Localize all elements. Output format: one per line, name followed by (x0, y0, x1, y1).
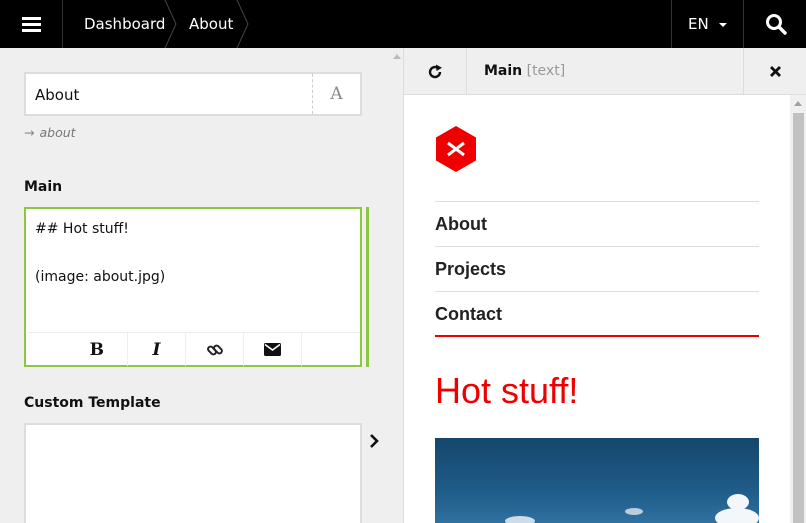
page-slug: → about (24, 125, 76, 140)
page-headline: Hot stuff! (435, 370, 579, 411)
slug-text: about (39, 125, 76, 140)
italic-icon: I (152, 339, 161, 360)
search-icon (766, 14, 787, 35)
chevron-right-icon[interactable] (369, 433, 379, 449)
top-bar: Dashboard About EN (0, 0, 806, 48)
active-field-indicator (366, 207, 369, 367)
close-preview-button[interactable] (743, 48, 806, 95)
site-preview: About Projects Contact Hot stuff! (404, 95, 790, 523)
preview-field-title: Main [text] (484, 63, 565, 79)
nav-item-about[interactable]: About (435, 201, 759, 246)
hamburger-icon (21, 16, 41, 32)
main-textarea[interactable]: ## Hot stuff! (image: about.jpg) B I (24, 207, 362, 367)
custom-template-field[interactable] (24, 423, 362, 523)
title-field[interactable]: About A (24, 72, 362, 116)
scroll-up-icon (794, 101, 802, 106)
link-icon (206, 344, 223, 355)
breadcrumb-separator-icon (236, 0, 249, 48)
editor-scrollbar[interactable] (391, 48, 403, 523)
main-field-label: Main (24, 179, 63, 195)
breadcrumb-about[interactable]: About (189, 0, 233, 48)
preview-header: Main [text] (404, 48, 806, 95)
caret-down-icon (719, 23, 727, 27)
close-icon (770, 66, 781, 77)
breadcrumb-separator-icon (164, 0, 177, 48)
nav-underline (435, 335, 759, 337)
scroll-up-icon (393, 54, 401, 59)
link-button[interactable] (186, 333, 244, 366)
envelope-icon (264, 343, 281, 356)
email-button[interactable] (244, 333, 302, 366)
title-value: About (35, 86, 80, 104)
scrollbar-thumb[interactable] (793, 113, 804, 523)
bold-button[interactable]: B (28, 333, 128, 366)
preview-panel: Main [text] About Projects Contact Hot s… (403, 48, 806, 523)
search-button[interactable] (743, 0, 806, 48)
bold-icon: B (89, 339, 104, 360)
site-logo-icon[interactable] (435, 126, 477, 172)
editor-panel: About A → about Main ## Hot stuff! (image… (0, 48, 391, 523)
refresh-icon (428, 64, 442, 78)
breadcrumb-dashboard[interactable]: Dashboard (84, 0, 165, 48)
textarea-toolbar: B I (28, 332, 360, 366)
italic-button[interactable]: I (128, 333, 186, 366)
language-label: EN (688, 15, 709, 33)
language-selector[interactable]: EN (671, 0, 743, 48)
textarea-line: ## Hot stuff! (35, 221, 129, 237)
custom-template-label: Custom Template (24, 395, 161, 411)
font-icon[interactable]: A (312, 74, 360, 114)
refresh-button[interactable] (404, 48, 467, 95)
field-name: Main (484, 63, 523, 79)
menu-button[interactable] (0, 0, 63, 48)
preview-scrollbar[interactable] (790, 95, 806, 523)
arrow-right-icon: → (24, 125, 35, 140)
nav-item-projects[interactable]: Projects (435, 246, 759, 291)
nav-item-contact[interactable]: Contact (435, 291, 759, 336)
field-type: [text] (526, 63, 566, 79)
about-image (435, 438, 759, 523)
textarea-line: (image: about.jpg) (35, 269, 166, 285)
